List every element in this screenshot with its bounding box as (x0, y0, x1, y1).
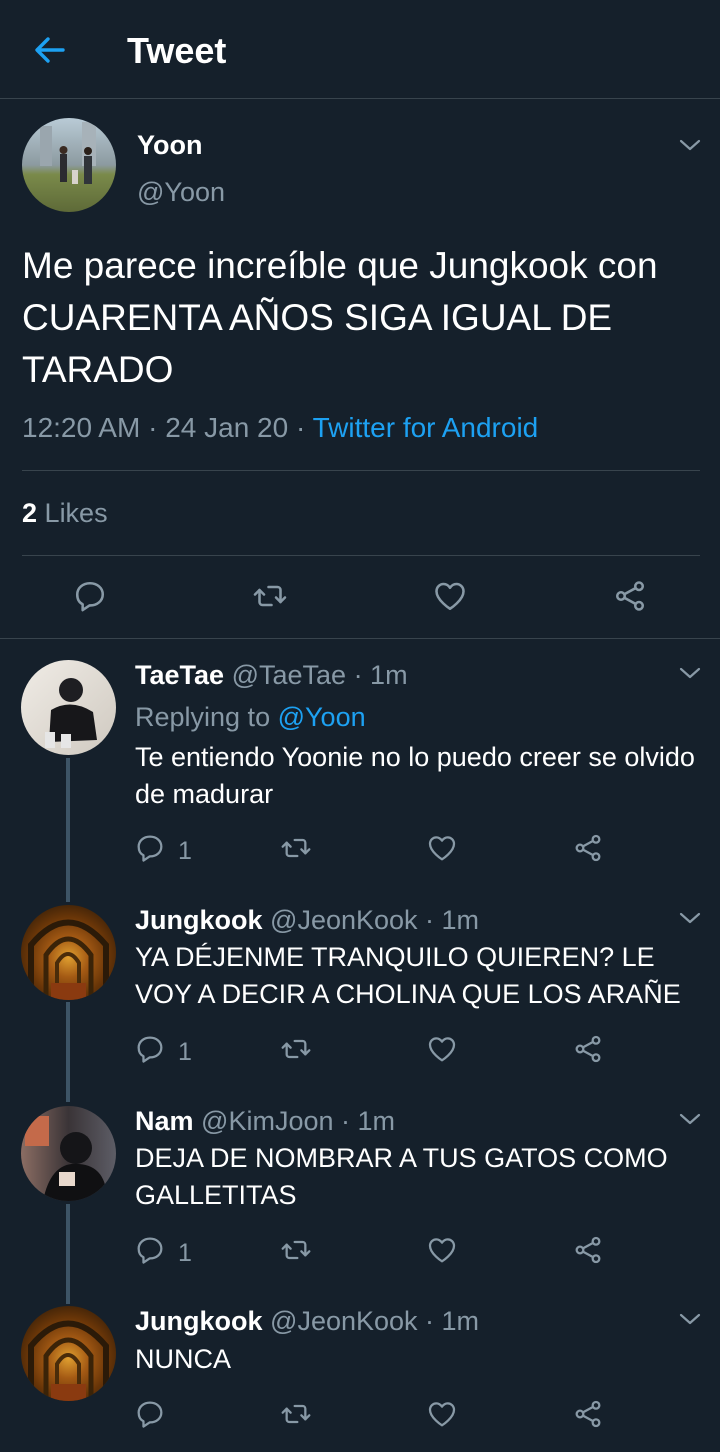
reply-time: · 1m (341, 1106, 396, 1136)
retweet-icon (280, 1234, 312, 1266)
share-button[interactable] (612, 578, 648, 614)
retweet-button[interactable] (252, 578, 288, 614)
likes-link[interactable]: 2 Likes (22, 498, 108, 529)
reply-icon (134, 1234, 166, 1266)
reply-author-handle[interactable]: @JeonKook (270, 905, 418, 935)
heart-icon (426, 1033, 458, 1065)
thread-line (66, 758, 70, 902)
like-button[interactable] (432, 578, 468, 614)
tweet-meta: 12:20 AM · 24 Jan 20 · Twitter for Andro… (22, 412, 538, 444)
retweet-button[interactable] (280, 832, 312, 864)
divider (0, 638, 720, 639)
reply-button[interactable] (134, 1398, 166, 1430)
reply-button[interactable] (134, 1033, 166, 1065)
retweet-icon (280, 1033, 312, 1065)
reply-text: YA DÉJENME TRANQUILO QUIEREN? LE VOY A D… (135, 942, 681, 1009)
retweet-button[interactable] (280, 1234, 312, 1266)
reply-icon (134, 1398, 166, 1430)
like-button[interactable] (426, 1234, 458, 1266)
like-button[interactable] (426, 832, 458, 864)
reply-author-name[interactable]: Jungkook (135, 1306, 263, 1336)
separator: · (295, 412, 306, 443)
reply-author-name[interactable]: Nam (135, 1106, 194, 1136)
chevron-down-icon[interactable] (677, 1110, 703, 1128)
retweet-icon (280, 1398, 312, 1430)
reply-time: · 1m (425, 1306, 480, 1336)
reply-author-name[interactable]: TaeTae (135, 660, 224, 690)
share-icon (612, 578, 648, 614)
avatar[interactable] (21, 1306, 116, 1401)
avatar[interactable] (21, 660, 116, 755)
author-handle[interactable]: @Yoon (137, 177, 225, 208)
thread-line (66, 1204, 70, 1304)
top-app-bar: Tweet (0, 0, 720, 99)
tweet-time: 12:20 AM (22, 412, 141, 443)
replying-label: Replying to (135, 702, 271, 732)
reply-header: TaeTae @TaeTae · 1m (135, 660, 408, 691)
likes-count: 2 (22, 498, 38, 528)
chevron-down-icon[interactable] (677, 1310, 703, 1328)
arrow-left-icon (35, 37, 65, 63)
avatar[interactable] (21, 1106, 116, 1201)
reply-button[interactable] (72, 578, 108, 614)
back-button[interactable] (30, 32, 70, 68)
reply-count: 1 (178, 837, 192, 865)
reply-time: · 1m (353, 660, 408, 690)
reply-header: Nam @KimJoon · 1m (135, 1106, 395, 1137)
share-icon (572, 1033, 604, 1065)
retweet-icon (252, 578, 288, 614)
reply-time: · 1m (425, 905, 480, 935)
replying-to-link[interactable]: @Yoon (278, 702, 366, 732)
reply-icon (134, 832, 166, 864)
share-button[interactable] (572, 832, 604, 864)
author-name[interactable]: Yoon (137, 130, 202, 161)
reply-author-handle[interactable]: @KimJoon (201, 1106, 333, 1136)
retweet-icon (280, 832, 312, 864)
share-button[interactable] (572, 1398, 604, 1430)
separator: · (148, 412, 158, 443)
reply-text: NUNCA (135, 1344, 232, 1374)
chevron-down-icon[interactable] (677, 909, 703, 927)
reply-button[interactable] (134, 832, 166, 864)
share-icon (572, 1398, 604, 1430)
share-icon (572, 832, 604, 864)
reply-count: 1 (178, 1239, 192, 1267)
thread-line (66, 1002, 70, 1102)
share-button[interactable] (572, 1234, 604, 1266)
likes-label: Likes (44, 498, 108, 528)
reply-text: Te entiendo Yoonie no lo puedo creer se … (135, 742, 695, 809)
reply-author-name[interactable]: Jungkook (135, 905, 263, 935)
heart-icon (426, 832, 458, 864)
reply-icon (72, 578, 108, 614)
reply-author-handle[interactable]: @TaeTae (232, 660, 346, 690)
retweet-button[interactable] (280, 1398, 312, 1430)
reply-text: DEJA DE NOMBRAR A TUS GATOS COMO GALLETI… (135, 1143, 668, 1210)
reply-author-handle[interactable]: @JeonKook (270, 1306, 418, 1336)
reply-header: Jungkook @JeonKook · 1m (135, 1306, 479, 1337)
tweet-source-link[interactable]: Twitter for Android (313, 412, 539, 443)
page-title: Tweet (127, 30, 227, 71)
share-icon (572, 1234, 604, 1266)
avatar[interactable] (22, 118, 116, 212)
chevron-down-icon[interactable] (677, 136, 703, 154)
reply-count: 1 (178, 1038, 192, 1066)
avatar[interactable] (21, 905, 116, 1000)
chevron-down-icon[interactable] (677, 664, 703, 682)
share-button[interactable] (572, 1033, 604, 1065)
replying-to: Replying to @Yoon (135, 702, 366, 733)
reply-header: Jungkook @JeonKook · 1m (135, 905, 479, 936)
like-button[interactable] (426, 1033, 458, 1065)
tweet-date: 24 Jan 20 (165, 412, 289, 443)
reply-icon (134, 1033, 166, 1065)
heart-icon (426, 1234, 458, 1266)
retweet-button[interactable] (280, 1033, 312, 1065)
reply-button[interactable] (134, 1234, 166, 1266)
heart-icon (432, 578, 468, 614)
tweet-text: Me parece increíble que Jungkook con CUA… (22, 245, 658, 390)
divider (22, 555, 700, 556)
like-button[interactable] (426, 1398, 458, 1430)
heart-icon (426, 1398, 458, 1430)
divider (22, 470, 700, 471)
